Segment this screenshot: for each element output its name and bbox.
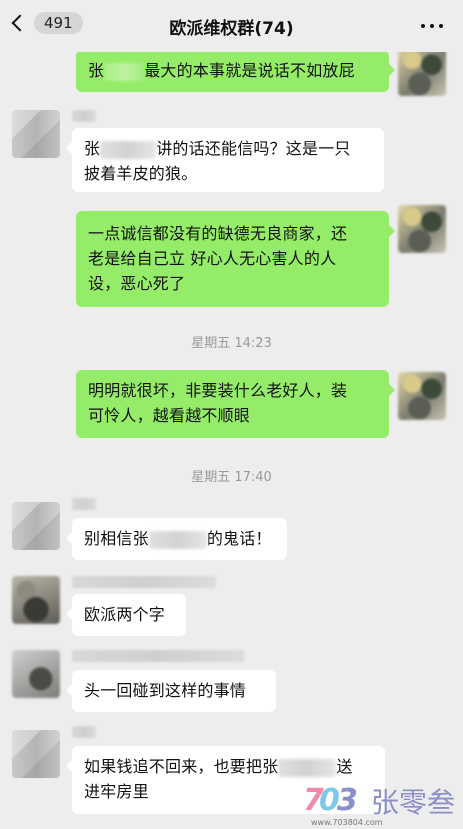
avatar[interactable]	[12, 730, 60, 778]
redacted-name	[104, 62, 145, 81]
message-text: 最大的本事就是说话不如放屁	[144, 61, 355, 80]
watermark-url: www.703804.com	[310, 818, 383, 827]
message-row: 一点诚信都没有的缺德无良商家，还 老是给自己立 好心人无心害人的人 设，恶心死了	[0, 205, 463, 309]
message-text: 送	[336, 757, 353, 776]
message-text: 张	[84, 139, 101, 158]
chat-header: 491 欧派维权群(74)	[0, 0, 463, 52]
message-text: 披着羊皮的狼。	[84, 164, 198, 183]
redacted-name	[148, 530, 207, 549]
sender-name	[72, 650, 244, 662]
message-text: 别相信张	[84, 529, 149, 548]
message-text: 如果钱追不回来，也要把张	[84, 757, 279, 776]
avatar[interactable]	[12, 576, 60, 624]
message-row: 别相信张 的鬼话！	[0, 494, 463, 560]
message-bubble[interactable]: 张 最大的本事就是说话不如放屁	[76, 50, 395, 92]
message-text: 讲的话还能信吗？这是一只	[156, 139, 351, 158]
message-text: 头一回碰到这样的事情	[84, 681, 247, 700]
message-bubble[interactable]: 明明就很坏，非要装什么老好人，装 可怜人，越看越不顺眼	[76, 370, 395, 438]
avatar[interactable]	[12, 502, 60, 550]
message-bubble[interactable]: 欧派两个字	[66, 594, 186, 636]
avatar[interactable]	[12, 110, 60, 158]
sender-name	[72, 110, 96, 122]
redacted-name	[100, 140, 157, 159]
message-row: 张 讲的话还能信吗？这是一只 披着羊皮的狼。	[0, 104, 463, 196]
watermark-logo: 7 0 3 www.703804.com	[302, 783, 383, 827]
redacted-name	[278, 758, 337, 777]
message-text: 老是给自己立 好心人无心害人的人	[88, 249, 337, 268]
watermark: 7 0 3 www.703804.com 张零叁	[302, 781, 455, 827]
more-options-icon[interactable]	[421, 24, 443, 28]
avatar[interactable]	[398, 372, 446, 420]
timestamp: 星期五 14:23	[191, 336, 272, 351]
message-row: 欧派两个字	[0, 572, 463, 640]
avatar[interactable]	[398, 48, 446, 96]
back-button[interactable]: 491	[11, 12, 83, 34]
message-bubble[interactable]: 张 讲的话还能信吗？这是一只 披着羊皮的狼。	[66, 128, 384, 192]
sender-name	[72, 726, 96, 738]
message-row: 明明就很坏，非要装什么老好人，装 可怜人，越看越不顺眼	[0, 368, 463, 440]
unread-count-badge: 491	[34, 12, 83, 34]
chat-title: 欧派维权群(74)	[169, 18, 294, 39]
sender-name	[72, 576, 216, 588]
message-text: 的鬼话！	[206, 529, 272, 548]
message-row: 头一回碰到这样的事情	[0, 646, 463, 716]
message-bubble[interactable]: 一点诚信都没有的缺德无良商家，还 老是给自己立 好心人无心害人的人 设，恶心死了	[76, 211, 395, 307]
message-text: 欧派两个字	[84, 605, 166, 624]
message-text: 明明就很坏，非要装什么老好人，装	[88, 381, 348, 400]
message-text: 设，恶心死了	[88, 274, 186, 293]
timestamp: 星期五 17:40	[191, 470, 272, 485]
message-bubble[interactable]: 头一回碰到这样的事情	[66, 670, 276, 712]
watermark-brand: 张零叁	[370, 786, 455, 819]
message-bubble[interactable]: 别相信张 的鬼话！	[66, 518, 287, 560]
message-text: 一点诚信都没有的缺德无良商家，还	[88, 224, 348, 243]
chevron-left-icon	[11, 14, 29, 32]
message-text: 可怜人，越看越不顺眼	[88, 406, 251, 425]
avatar[interactable]	[12, 650, 60, 698]
message-text: 张	[88, 61, 105, 80]
sender-name	[72, 498, 96, 510]
avatar[interactable]	[398, 205, 446, 253]
